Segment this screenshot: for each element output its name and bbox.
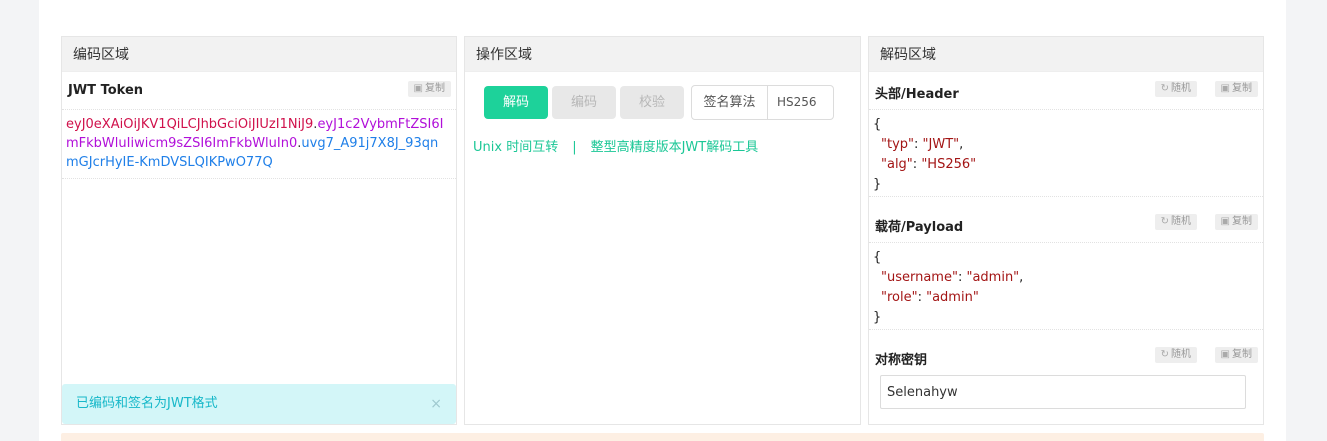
json-value: "JWT" (922, 137, 960, 152)
json-close-brace: } (873, 177, 882, 192)
copy-header-label: 复制 (1232, 83, 1252, 94)
encode-panel-title: 编码区域 (62, 37, 456, 72)
random-header-label: 随机 (1171, 83, 1191, 94)
header-json: { "typ": "JWT", "alg": "HS256" } (869, 110, 1263, 195)
random-payload-button[interactable]: ↻ 随机 (1154, 214, 1197, 230)
decode-panel: 解码区域 头部/Header ↻ 随机 ▣ 复制 { "typ": "JWT", "… (868, 36, 1264, 425)
random-secret-button[interactable]: ↻ 随机 (1154, 347, 1197, 363)
json-value: "admin" (966, 270, 1020, 285)
refresh-icon: ↻ (1160, 216, 1169, 227)
json-line-username: "username": "admin", (881, 270, 1024, 285)
json-key: "alg" (881, 157, 913, 172)
alert-text: 已编码和签名为JWT格式 (76, 396, 218, 411)
algo-select[interactable]: 签名算法 HS256 (691, 85, 834, 120)
copy-header-button[interactable]: ▣ 复制 (1214, 81, 1258, 97)
payload-label: 载荷/Payload (875, 220, 964, 235)
secret-input[interactable] (880, 375, 1246, 409)
copy-token-label: 复制 (425, 83, 445, 94)
json-line-alg: "alg": "HS256" (881, 157, 977, 172)
json-open-brace: { (873, 117, 882, 132)
page: 编码区域 JWT Token ▣ 复制 eyJ0eXAiOiJKV1QiLCJhb… (39, 0, 1286, 441)
token-box[interactable]: eyJ0eXAiOiJKV1QiLCJhbGciOiJIUzI1NiJ9.eyJ… (62, 109, 456, 179)
refresh-icon: ↻ (1160, 83, 1169, 94)
success-alert: 已编码和签名为JWT格式 × (62, 384, 456, 424)
secret-label: 对称密钥 (875, 353, 928, 368)
algo-label: 签名算法 (692, 86, 768, 119)
json-line-role: "role": "admin" (881, 290, 979, 305)
json-key: "role" (881, 290, 918, 305)
verify-button[interactable]: 校验 (620, 86, 684, 119)
copy-secret-label: 复制 (1232, 349, 1252, 360)
unix-time-link[interactable]: Unix 时间互转 (473, 140, 558, 155)
clipboard-icon: ▣ (1220, 216, 1230, 227)
json-close-brace: } (873, 310, 882, 325)
json-value: "HS256" (921, 157, 977, 172)
high-precision-tool-link[interactable]: 整型高精度版本JWT解码工具 (591, 140, 759, 155)
operate-panel: 操作区域 解码 编码 校验 签名算法 HS256 Unix 时间互转 | 整型高精度… (464, 36, 861, 425)
copy-payload-label: 复制 (1232, 216, 1252, 227)
json-open-brace: { (873, 250, 882, 265)
encode-panel: 编码区域 JWT Token ▣ 复制 eyJ0eXAiOiJKV1QiLCJhb… (61, 36, 457, 425)
json-key: "username" (881, 270, 958, 285)
random-payload-label: 随机 (1171, 216, 1191, 227)
encode-button[interactable]: 编码 (552, 86, 616, 119)
payload-json-box[interactable]: { "username": "admin", "role": "admin" } (869, 242, 1263, 330)
copy-payload-button[interactable]: ▣ 复制 (1214, 214, 1258, 230)
copy-secret-button[interactable]: ▣ 复制 (1214, 347, 1258, 363)
algo-value[interactable]: HS256 (768, 86, 833, 119)
token-text: eyJ0eXAiOiJKV1QiLCJhbGciOiJIUzI1NiJ9.eyJ… (62, 110, 456, 172)
token-header-part: eyJ0eXAiOiJKV1QiLCJhbGciOiJIUzI1NiJ9 (66, 117, 314, 132)
random-header-button[interactable]: ↻ 随机 (1154, 81, 1197, 97)
bottom-notice-strip (61, 433, 1264, 441)
clipboard-icon: ▣ (1220, 83, 1230, 94)
header-json-box[interactable]: { "typ": "JWT", "alg": "HS256" } (869, 109, 1263, 197)
header-label: 头部/Header (875, 87, 959, 102)
tool-links: Unix 时间互转 | 整型高精度版本JWT解码工具 (473, 136, 758, 155)
json-key: "typ" (881, 137, 915, 152)
clipboard-icon: ▣ (1220, 349, 1230, 360)
copy-token-button[interactable]: ▣ 复制 (407, 81, 451, 97)
refresh-icon: ↻ (1160, 349, 1169, 360)
link-separator: | (572, 140, 577, 155)
random-secret-label: 随机 (1171, 349, 1191, 360)
jwt-token-label: JWT Token (68, 83, 144, 98)
close-icon[interactable]: × (430, 384, 442, 424)
payload-json: { "username": "admin", "role": "admin" } (869, 243, 1263, 328)
json-line-typ: "typ": "JWT", (881, 137, 964, 152)
clipboard-icon: ▣ (413, 83, 423, 94)
operate-panel-title: 操作区域 (465, 37, 860, 72)
decode-panel-title: 解码区域 (869, 37, 1263, 72)
decode-button[interactable]: 解码 (484, 86, 548, 119)
json-value: "admin" (926, 290, 979, 305)
